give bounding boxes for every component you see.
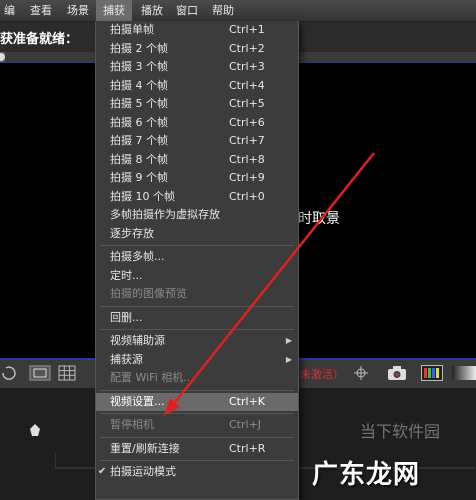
color-channels-icon[interactable] — [421, 365, 443, 381]
menu-view[interactable]: 查看 — [26, 0, 56, 21]
menu-item-shortcut: Ctrl+5 — [229, 97, 265, 110]
submenu-arrow-icon: ▶ — [285, 354, 292, 364]
menu-window[interactable]: 窗口 — [172, 0, 202, 21]
status-title: 捕获准备就绪： — [0, 32, 79, 47]
menu-help[interactable]: 帮助 — [208, 0, 238, 21]
menu-item-shortcut: Ctrl+6 — [229, 115, 265, 129]
capture-menu-item[interactable]: 视频设置... Ctrl+K — [96, 392, 298, 411]
menu-separator — [100, 245, 294, 246]
menu-item-shortcut: Ctrl+2 — [229, 41, 265, 55]
activation-warning: 未激活） — [300, 368, 344, 381]
menu-item-label: 拍摄 4 个帧 — [110, 78, 168, 92]
menu-item-label: 回删... — [110, 310, 143, 324]
menu-separator — [100, 389, 294, 391]
crosshair-icon[interactable] — [352, 365, 370, 381]
live-view-label: 实时取景 — [298, 211, 340, 227]
menu-item-shortcut: Ctrl+4 — [229, 78, 265, 92]
capture-menu-item[interactable]: 拍摄多帧... — [96, 248, 298, 267]
menu-item-label: 视频辅助源 — [110, 334, 165, 347]
menu-item-label: 定时... — [110, 268, 143, 282]
capture-menu-item[interactable]: 视频辅助源 ▶ — [96, 332, 298, 351]
menu-item-label: 拍摄 2 个帧 — [110, 41, 168, 55]
frame-view-icon[interactable] — [29, 365, 51, 381]
gradient-icon[interactable] — [450, 365, 476, 381]
menu-item-shortcut: Ctrl+8 — [229, 152, 265, 166]
menu-item-shortcut: Ctrl+1 — [229, 23, 265, 36]
capture-menu-item[interactable]: 捕获源 ▶ — [96, 351, 298, 370]
menu-item-label: 拍摄 3 个帧 — [110, 60, 168, 73]
capture-menu-item[interactable]: 拍摄 3 个帧 Ctrl+3 — [96, 58, 298, 77]
menu-item-shortcut: Ctrl+R — [229, 441, 266, 455]
camera-icon[interactable] — [387, 365, 407, 381]
capture-menu-item[interactable]: 拍摄 6 个帧 Ctrl+6 — [96, 114, 298, 133]
capture-menu-item[interactable]: 拍摄 9 个帧 Ctrl+9 — [96, 169, 298, 188]
menu-item-label: 拍摄 8 个帧 — [110, 152, 168, 166]
menu-item-label: 配置 WiFi 相机... — [110, 371, 194, 384]
menu-scene[interactable]: 场景 — [63, 0, 93, 21]
menu-playback[interactable]: 播放 — [137, 0, 167, 21]
grid-icon[interactable] — [58, 365, 76, 381]
capture-menu-item[interactable]: 拍摄 8 个帧 Ctrl+8 — [96, 151, 298, 170]
menu-separator — [100, 413, 294, 414]
menu-bar: 编辑 查看 场景 捕获 播放 窗口 帮助 — [0, 0, 476, 38]
submenu-arrow-icon: ▶ — [285, 336, 292, 345]
menu-separator — [100, 436, 294, 438]
capture-menu-item[interactable]: 拍摄 10 个帧 Ctrl+0 — [96, 188, 298, 207]
menu-separator — [100, 460, 294, 461]
capture-menu-item[interactable]: 定时... — [96, 267, 298, 286]
menu-item-shortcut: Ctrl+9 — [229, 171, 265, 184]
capture-menu-item[interactable]: 拍摄 2 个帧 Ctrl+2 — [96, 40, 298, 59]
capture-menu-item[interactable]: 拍摄 4 个帧 Ctrl+4 — [96, 77, 298, 96]
menu-item-label: 拍摄 10 个帧 — [110, 189, 175, 203]
capture-menu-item[interactable]: 回删... — [96, 309, 298, 328]
menu-item-label: 拍摄 7 个帧 — [110, 134, 168, 147]
capture-menu-item: 配置 WiFi 相机... — [96, 369, 298, 388]
menu-item-label: 逐步存放 — [110, 226, 154, 240]
capture-menu-item[interactable]: 多帧拍摄作为虚拟存放 — [96, 206, 298, 225]
capture-menu: 拍摄单帧 Ctrl+1 拍摄 2 个帧 Ctrl+2 拍摄 3 个帧 Ctrl+3 拍摄 4… — [95, 21, 299, 500]
menu-item-label: 拍摄 6 个帧 — [110, 115, 168, 129]
checkmark-icon: ✔ — [98, 466, 107, 477]
menu-edit[interactable]: 编辑 — [0, 0, 19, 38]
menu-item-label: 重置/刷新连接 — [110, 441, 180, 455]
menu-item-label: 拍摄 9 个帧 — [110, 171, 168, 184]
menu-item-shortcut: Ctrl+3 — [229, 60, 265, 73]
menu-item-label: 多帧拍摄作为虚拟存放 — [110, 208, 220, 221]
capture-menu-item[interactable]: 逐步存放 — [96, 225, 298, 244]
capture-menu-item: 拍摄的图像预览 — [96, 285, 298, 304]
menu-item-shortcut: Ctrl+J — [229, 418, 262, 431]
menu-item-label: 视频设置... — [110, 394, 165, 408]
menu-item-shortcut: Ctrl+K — [229, 394, 266, 408]
capture-menu-item: 暂停相机 Ctrl+J — [96, 416, 298, 435]
watermark-text: 广东龙网 — [312, 460, 421, 490]
menu-item-shortcut: Ctrl+0 — [229, 189, 265, 203]
menu-item-label: 拍摄的图像预览 — [110, 287, 187, 300]
menu-item-label: 拍摄单帧 — [110, 23, 154, 36]
refresh-icon[interactable] — [0, 365, 18, 381]
menu-item-shortcut: Ctrl+7 — [229, 134, 265, 147]
capture-menu-item[interactable]: 重置/刷新连接 Ctrl+R — [96, 440, 298, 459]
menu-item-label: 捕获源 — [110, 352, 143, 366]
menu-item-label: 拍摄运动模式 — [110, 465, 176, 478]
menu-separator — [100, 305, 294, 307]
onion-skin-slider-handle[interactable] — [30, 424, 40, 436]
capture-menu-item[interactable]: ✔ 拍摄运动模式 — [96, 463, 298, 482]
menu-capture[interactable]: 捕获 — [96, 0, 132, 21]
capture-menu-item[interactable]: 拍摄 7 个帧 Ctrl+7 — [96, 132, 298, 151]
menu-item-label: 拍摄多帧... — [110, 250, 165, 263]
capture-menu-item[interactable]: 拍摄 5 个帧 Ctrl+5 — [96, 95, 298, 114]
capture-menu-item[interactable]: 拍摄单帧 Ctrl+1 — [96, 21, 298, 40]
watermark-small-text: 当下软件园 — [360, 422, 441, 441]
menu-item-label: 拍摄 5 个帧 — [110, 97, 168, 110]
menu-separator — [100, 329, 294, 330]
menu-item-label: 暂停相机 — [110, 418, 154, 431]
